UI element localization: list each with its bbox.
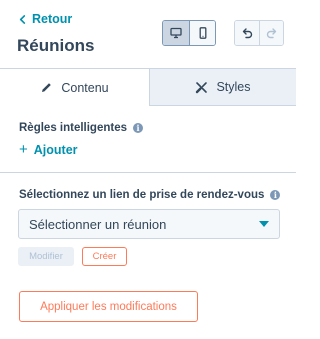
info-icon[interactable]: i <box>133 123 144 133</box>
plus-icon: + <box>19 141 28 158</box>
mobile-icon <box>199 27 206 39</box>
create-meeting-button[interactable]: Créer <box>82 247 127 266</box>
back-label: Retour <box>32 12 73 26</box>
page-title: Réunions <box>17 36 95 55</box>
info-icon[interactable]: i <box>270 190 281 200</box>
undo-icon <box>242 28 253 39</box>
apply-changes-button[interactable]: Appliquer les modifications <box>19 291 198 322</box>
add-smart-rule-link[interactable]: + Ajouter <box>19 142 78 157</box>
redo-icon <box>266 28 276 39</box>
pencil-icon <box>42 83 52 92</box>
add-label: Ajouter <box>33 142 78 157</box>
meeting-select[interactable]: Sélectionner un réunion <box>18 209 280 239</box>
tab-bar: Contenu Styles <box>0 68 296 106</box>
history-controls <box>234 20 284 46</box>
editor-sidebar: Retour Réunions Contenu Styles Règles in… <box>0 0 296 339</box>
undo-button[interactable] <box>235 21 259 45</box>
caret-down-icon <box>259 221 269 227</box>
smart-rules-text: Règles intelligentes <box>19 122 128 134</box>
device-toggle <box>162 20 216 46</box>
chevron-left-icon <box>19 14 26 24</box>
section-divider <box>0 172 296 173</box>
mobile-preview-button[interactable] <box>189 21 215 45</box>
styles-icon <box>196 81 208 93</box>
desktop-preview-button[interactable] <box>163 21 189 45</box>
tab-styles-label: Styles <box>216 80 251 94</box>
redo-button[interactable] <box>259 21 283 45</box>
desktop-icon <box>170 27 182 39</box>
back-link[interactable]: Retour <box>18 12 72 26</box>
smart-rules-label: Règles intelligentes i <box>19 122 144 134</box>
tab-styles[interactable]: Styles <box>150 68 296 106</box>
meeting-select-value: Sélectionner un réunion <box>29 216 167 232</box>
meeting-link-text: Sélectionnez un lien de prise de rendez-… <box>19 189 265 201</box>
tab-content[interactable]: Contenu <box>0 68 150 106</box>
meeting-link-label: Sélectionnez un lien de prise de rendez-… <box>19 189 281 201</box>
edit-meeting-button[interactable]: Modifier <box>18 247 74 266</box>
tab-content-label: Contenu <box>61 80 109 95</box>
